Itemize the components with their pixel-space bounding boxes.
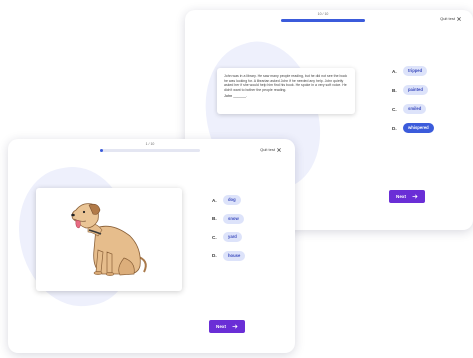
progress-bar: 10 / 10 (281, 12, 365, 22)
dog-illustration (71, 203, 147, 276)
progress-counter: 1 / 10 (145, 142, 155, 146)
next-button[interactable]: Next (209, 320, 245, 333)
option-b[interactable]: B. snow (212, 213, 245, 224)
option-d[interactable]: D. house (212, 250, 246, 261)
option-label: house (223, 250, 246, 261)
answer-options: A. dog B. snow C. yard D. house (212, 195, 246, 261)
option-b[interactable]: B. painted (392, 85, 434, 95)
passage-text: John was in a library. He saw many peopl… (224, 74, 348, 92)
progress-fill (100, 149, 103, 152)
quit-test-button[interactable]: Quit test (260, 147, 281, 152)
option-c[interactable]: C. smiled (392, 104, 434, 114)
option-label: snow (223, 213, 244, 224)
arrow-right-icon (412, 194, 418, 199)
option-c[interactable]: C. yard (212, 232, 245, 242)
option-letter: D. (212, 253, 217, 258)
option-letter: C. (392, 106, 397, 112)
option-label: whispered (403, 123, 434, 133)
next-label: Next (216, 324, 226, 329)
passage-box: John was in a library. He saw many peopl… (217, 68, 355, 114)
quit-test-button[interactable]: Quit test (440, 16, 461, 21)
option-label: tripped (403, 66, 428, 76)
progress-bar: 1 / 10 (100, 142, 200, 152)
progress-fill (281, 19, 365, 22)
close-icon (457, 16, 461, 21)
quiz-card-picture: 1 / 10 Quit test A. dog B. snow C. yard … (8, 139, 295, 353)
option-label: smiled (403, 104, 427, 114)
option-label: painted (403, 85, 428, 95)
arrow-right-icon (232, 324, 238, 329)
next-button[interactable]: Next (389, 190, 425, 203)
option-label: yard (223, 232, 242, 242)
option-letter: C. (212, 234, 217, 240)
option-a[interactable]: A. tripped (392, 66, 434, 76)
option-letter: A. (392, 68, 397, 74)
option-d[interactable]: D. whispered (392, 123, 434, 133)
quit-test-label: Quit test (260, 147, 275, 152)
option-letter: D. (392, 125, 397, 131)
option-letter: B. (392, 87, 397, 93)
question-image-panel (36, 188, 182, 291)
next-label: Next (396, 194, 406, 199)
option-a[interactable]: A. dog (212, 195, 245, 205)
fill-in-blank: John ______. (224, 94, 248, 99)
quit-test-label: Quit test (440, 16, 455, 21)
option-letter: A. (212, 197, 217, 203)
answer-options: A. tripped B. painted C. smiled D. whisp… (392, 66, 434, 133)
close-icon (277, 147, 281, 152)
option-label: dog (223, 195, 241, 205)
progress-counter: 10 / 10 (317, 12, 329, 16)
option-letter: B. (212, 216, 217, 221)
